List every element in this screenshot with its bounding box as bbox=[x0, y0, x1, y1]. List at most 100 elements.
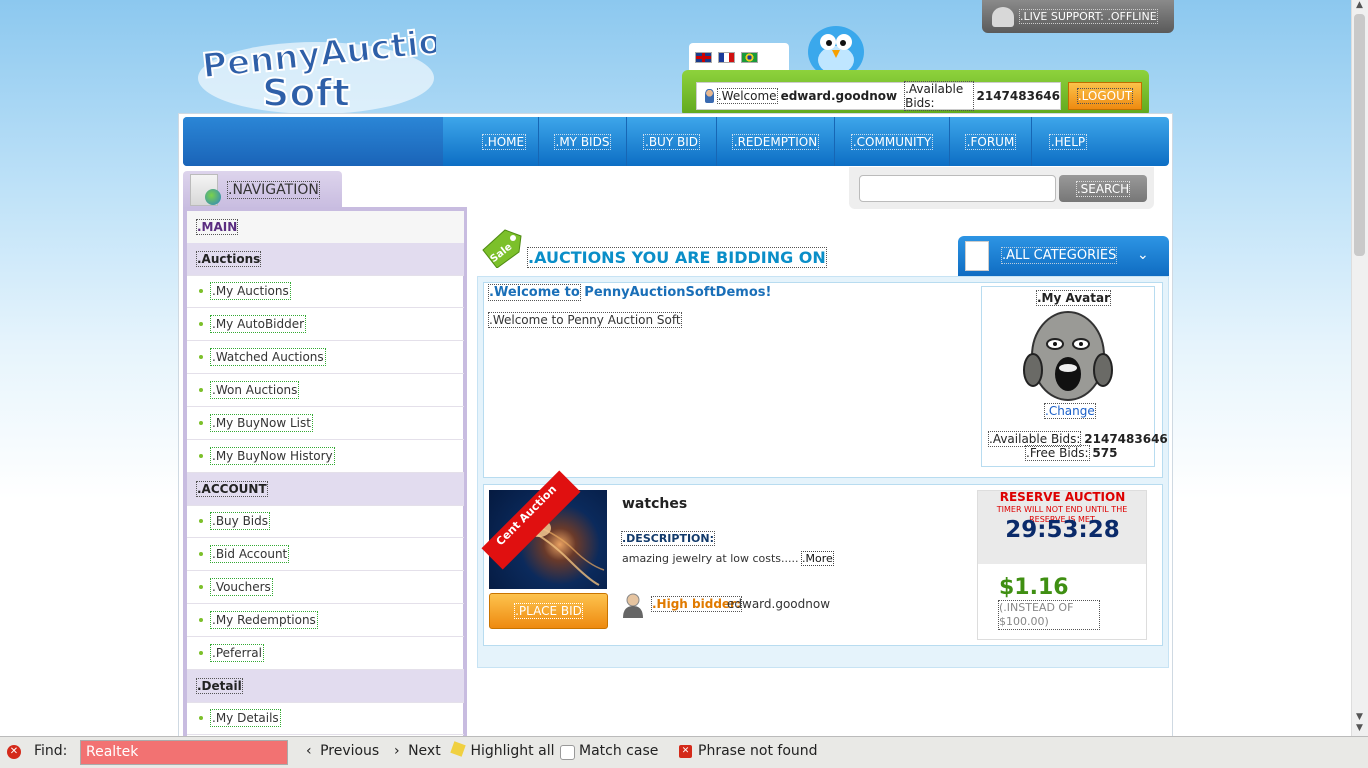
live-support-status: .LIVE SUPPORT: .OFFLINE bbox=[1019, 9, 1158, 24]
bullet-icon bbox=[199, 388, 203, 392]
sidebar-item-bid-account[interactable]: .Bid Account bbox=[187, 538, 464, 571]
uk-flag-icon[interactable] bbox=[695, 52, 712, 63]
sidebar-item-label: .My Details bbox=[210, 709, 281, 727]
nav-community[interactable]: .COMMUNITY bbox=[835, 117, 950, 166]
find-previous-button[interactable]: ‹ Previous bbox=[306, 743, 379, 759]
sidebar-item-label: .My Auctions bbox=[210, 282, 291, 300]
nav-my-bids[interactable]: .MY BIDS bbox=[539, 117, 627, 166]
sidebar-item-my-buynow-list[interactable]: .My BuyNow List bbox=[187, 407, 464, 440]
highlight-all-label: Highlight all bbox=[470, 743, 555, 759]
sidebar-item-my-details[interactable]: .My Details bbox=[187, 702, 464, 735]
live-support[interactable]: .LIVE SUPPORT: .OFFLINE bbox=[982, 0, 1174, 33]
nav-redemption[interactable]: .REDEMPTION bbox=[717, 117, 835, 166]
sidebar-section-auctions: .Auctions bbox=[187, 243, 464, 276]
sidebar-item-label: .My AutoBidder bbox=[209, 315, 307, 333]
sidebar-item-watched-auctions[interactable]: .Watched Auctions bbox=[187, 341, 464, 374]
sidebar-item-label: .Watched Auctions bbox=[210, 348, 326, 366]
scroll-up-arrow-icon[interactable]: ▲ bbox=[1352, 0, 1367, 12]
site-logo[interactable]: PennyAuction Soft bbox=[196, 18, 469, 116]
reserve-auction-label: RESERVE AUCTION bbox=[999, 490, 1126, 504]
section-label: .Detail bbox=[196, 678, 243, 694]
section-label: .Auctions bbox=[195, 251, 262, 267]
sidebar-item-my-buynow-history[interactable]: .My BuyNow History bbox=[187, 440, 464, 473]
france-flag-icon[interactable] bbox=[718, 52, 735, 63]
bullet-icon bbox=[199, 289, 203, 293]
sidebar-item-label: .My BuyNow History bbox=[210, 447, 335, 465]
scrollbar-thumb[interactable] bbox=[1354, 14, 1365, 256]
place-bid-label: .PLACE BID bbox=[514, 603, 583, 619]
bullet-icon bbox=[199, 552, 203, 556]
find-status-text: Phrase not found bbox=[698, 743, 818, 759]
available-bids-label: .Available Bids: bbox=[987, 431, 1082, 447]
sidebar-section-detail: .Detail bbox=[187, 670, 464, 703]
chevron-down-icon[interactable]: ⌄ bbox=[1137, 247, 1149, 263]
welcome-heading: .Welcome to PennyAuctionSoftDemos! bbox=[488, 284, 771, 301]
sidebar-item-label: .My Redemptions bbox=[210, 611, 318, 629]
highlight-all-button[interactable]: Highlight all bbox=[450, 741, 555, 759]
available-bids-label: .Available Bids: bbox=[904, 81, 974, 111]
sidebar-item-won-auctions[interactable]: .Won Auctions bbox=[187, 374, 464, 407]
sidebar-item-my-autobidder[interactable]: .My AutoBidder bbox=[187, 308, 464, 341]
close-icon[interactable]: ✕ bbox=[7, 745, 21, 759]
section-label: .ACCOUNT bbox=[196, 481, 268, 497]
countdown-timer: 29:53:28 bbox=[1005, 517, 1120, 543]
nav-home[interactable]: .HOME bbox=[470, 117, 539, 166]
highlighter-icon bbox=[450, 741, 466, 757]
find-input[interactable]: Realtek bbox=[80, 740, 288, 765]
place-bid-button[interactable]: .PLACE BID bbox=[489, 593, 608, 629]
match-case-text: Match case bbox=[579, 743, 659, 759]
description-text: amazing jewelry at low costs..... bbox=[622, 552, 799, 565]
available-bids-value: 2147483646 bbox=[1084, 432, 1168, 446]
category-label: .ALL CATEGORIES bbox=[1000, 247, 1118, 264]
sidebar-item-label: .Vouchers bbox=[210, 578, 273, 596]
document-icon bbox=[965, 241, 989, 271]
avatar-available-bids: .Available Bids: 2147483646 bbox=[987, 431, 1168, 447]
sidebar-item-buy-bids[interactable]: .Buy Bids bbox=[187, 505, 464, 538]
logo-text-2: Soft bbox=[262, 71, 350, 115]
sidebar-item-label: .Won Auctions bbox=[209, 381, 300, 399]
nav-help[interactable]: .HELP bbox=[1032, 117, 1104, 166]
sale-tag-icon: Sale bbox=[479, 228, 525, 269]
welcome-label: .Welcome bbox=[716, 88, 778, 104]
sidebar-item-referral[interactable]: .Peferral bbox=[187, 637, 464, 670]
auction-name[interactable]: watches bbox=[622, 496, 687, 512]
logout-button[interactable]: .LOGOUT bbox=[1068, 82, 1142, 110]
description: amazing jewelry at low costs..... .More bbox=[622, 551, 834, 566]
change-avatar-link[interactable]: .Change bbox=[1044, 403, 1096, 419]
search-input[interactable] bbox=[859, 175, 1056, 202]
chevron-right-icon: › bbox=[394, 743, 400, 759]
bullet-icon bbox=[199, 421, 203, 425]
bullet-icon bbox=[199, 322, 203, 326]
nav-label: .HELP bbox=[1048, 133, 1088, 150]
sidebar-item-my-auctions[interactable]: .My Auctions bbox=[187, 275, 464, 308]
search-button[interactable]: .SEARCH bbox=[1059, 175, 1147, 202]
sidebar-item-vouchers[interactable]: .Vouchers bbox=[187, 571, 464, 604]
nav-forum[interactable]: .FORUM bbox=[950, 117, 1032, 166]
sidebar-item-label: .My BuyNow List bbox=[210, 414, 313, 432]
brazil-flag-icon[interactable] bbox=[741, 52, 758, 63]
logout-label: .LOGOUT bbox=[1076, 88, 1134, 104]
sidebar-section-account: .ACCOUNT bbox=[187, 473, 464, 506]
globe-icon bbox=[205, 189, 221, 205]
username: edward.goodnow bbox=[780, 89, 898, 103]
sidebar-item-my-redemptions[interactable]: .My Redemptions bbox=[187, 604, 464, 637]
nav-label: .COMMUNITY bbox=[850, 133, 934, 150]
more-link[interactable]: .More bbox=[801, 551, 834, 566]
find-next-button[interactable]: › Next bbox=[394, 743, 441, 759]
find-status: Phrase not found bbox=[679, 743, 818, 759]
sidebar-item-label: .Bid Account bbox=[209, 545, 290, 563]
nav-label: .HOME bbox=[481, 133, 527, 150]
chevron-left-icon: ‹ bbox=[306, 743, 312, 759]
search-button-label: .SEARCH bbox=[1075, 180, 1131, 197]
bullet-icon bbox=[199, 618, 203, 622]
nav-left-block bbox=[183, 117, 443, 166]
free-bids-label: .Free Bids: bbox=[1025, 445, 1090, 461]
user-icon bbox=[705, 89, 714, 103]
next-label: Next bbox=[408, 743, 441, 759]
scroll-down-arrow-icon[interactable]: ▼ ▼ bbox=[1352, 712, 1367, 734]
nav-label: .FORUM bbox=[964, 133, 1017, 150]
sidebar-main[interactable]: .MAIN bbox=[187, 211, 464, 244]
welcome-prefix: .Welcome to bbox=[488, 284, 581, 301]
match-case-label[interactable]: Match case bbox=[560, 743, 658, 759]
nav-buy-bid[interactable]: .BUY BID bbox=[627, 117, 717, 166]
